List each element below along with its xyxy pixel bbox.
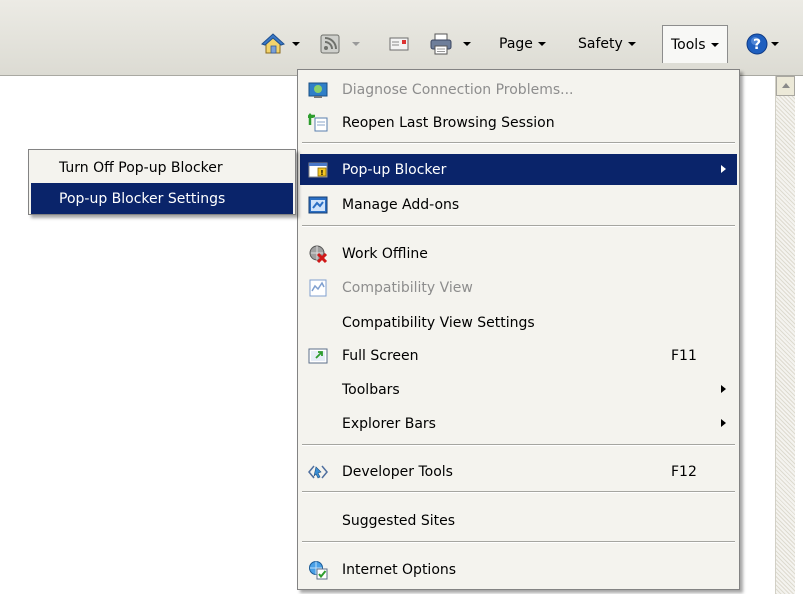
menu-item-internet-options[interactable]: Internet Options <box>300 554 737 585</box>
feeds-dropdown-arrow[interactable] <box>352 42 360 46</box>
menu-item-suggested-sites[interactable]: Suggested Sites <box>300 505 737 536</box>
menu-item-work-offline[interactable]: Work Offline <box>300 238 737 269</box>
menu-item-label: Toolbars <box>342 381 400 398</box>
reopen-session-icon <box>308 113 328 132</box>
mail-icon <box>389 37 409 51</box>
menu-item-label: Pop-up Blocker Settings <box>59 190 226 207</box>
menu-item-label: Explorer Bars <box>342 415 436 432</box>
help-dropdown-arrow[interactable] <box>771 42 779 46</box>
scroll-up-arrow-icon <box>782 83 790 88</box>
menu-item-label: Manage Add-ons <box>342 196 460 213</box>
menu-item-popup-blocker[interactable]: ! Pop-up Blocker <box>300 154 737 185</box>
submenu-arrow-icon <box>721 165 726 173</box>
submenu-arrow-icon <box>721 385 726 393</box>
menu-item-label: Compatibility View <box>342 279 473 296</box>
menu-separator <box>302 142 735 144</box>
print-icon <box>430 33 452 55</box>
help-icon: ? <box>746 33 768 55</box>
menu-item-label: Full Screen <box>342 347 419 364</box>
menu-separator <box>302 541 735 543</box>
svg-text:?: ? <box>753 37 761 53</box>
menu-separator <box>302 225 735 227</box>
menu-item-full-screen[interactable]: Full Screen F11 <box>300 340 737 371</box>
mail-button[interactable] <box>389 28 409 60</box>
diagnose-connection-icon <box>308 82 328 98</box>
help-button[interactable]: ? <box>746 28 779 60</box>
menu-separator <box>302 444 735 446</box>
page-menu-button[interactable]: Page <box>499 28 546 60</box>
feeds-button[interactable] <box>320 28 360 60</box>
home-icon <box>261 33 285 54</box>
menu-item-compatibility-view[interactable]: Compatibility View <box>300 272 737 303</box>
tools-dropdown-arrow <box>710 42 719 47</box>
menu-item-label: Developer Tools <box>342 463 453 480</box>
menu-item-label: Suggested Sites <box>342 512 456 529</box>
menu-item-explorer-bars[interactable]: Explorer Bars <box>300 408 737 439</box>
menu-item-label: Work Offline <box>342 245 428 262</box>
menu-item-label: Reopen Last Browsing Session <box>342 114 555 131</box>
safety-menu-label: Safety <box>578 36 623 52</box>
print-dropdown-arrow[interactable] <box>463 42 471 46</box>
scroll-up-button[interactable] <box>776 76 795 96</box>
full-screen-icon <box>308 348 328 364</box>
menu-item-developer-tools[interactable]: Developer Tools F12 <box>300 456 737 487</box>
svg-text:!: ! <box>320 169 323 177</box>
popup-blocker-submenu: Turn Off Pop-up Blocker Pop-up Blocker S… <box>28 149 296 215</box>
menu-item-label: Diagnose Connection Problems... <box>342 81 574 98</box>
safety-dropdown-arrow <box>627 42 636 46</box>
tools-menu: Diagnose Connection Problems... Reopen L… <box>297 69 740 590</box>
menu-separator <box>302 491 735 493</box>
safety-menu-button[interactable]: Safety <box>578 28 636 60</box>
print-button[interactable] <box>429 28 471 60</box>
page-dropdown-arrow <box>537 42 546 46</box>
shortcut-text: F12 <box>671 463 697 480</box>
command-bar: Page Safety Tools ? <box>0 0 803 76</box>
menu-item-label: Compatibility View Settings <box>342 314 535 331</box>
menu-item-popup-blocker-settings[interactable]: Pop-up Blocker Settings <box>31 183 293 214</box>
internet-options-icon <box>309 561 328 580</box>
home-dropdown-arrow[interactable] <box>292 42 300 46</box>
submenu-arrow-icon <box>721 419 726 427</box>
menu-item-manage-addons[interactable]: Manage Add-ons <box>300 189 737 220</box>
vertical-scrollbar[interactable] <box>775 76 795 594</box>
menu-item-reopen-session[interactable]: Reopen Last Browsing Session <box>300 107 737 138</box>
menu-item-toolbars[interactable]: Toolbars <box>300 374 737 405</box>
popup-blocker-icon: ! <box>308 162 328 178</box>
compatibility-view-icon <box>309 279 327 297</box>
menu-item-label: Pop-up Blocker <box>342 161 447 178</box>
feeds-icon <box>320 34 340 54</box>
menu-item-diagnose-connection[interactable]: Diagnose Connection Problems... <box>300 74 737 105</box>
developer-tools-icon <box>308 465 328 479</box>
tools-menu-label: Tools <box>671 36 706 53</box>
manage-addons-icon <box>308 196 328 214</box>
page-menu-label: Page <box>499 36 533 52</box>
menu-item-label: Turn Off Pop-up Blocker <box>59 159 223 176</box>
work-offline-icon <box>309 245 328 264</box>
menu-item-turn-off-popup-blocker[interactable]: Turn Off Pop-up Blocker <box>31 152 293 183</box>
menu-item-compatibility-view-settings[interactable]: Compatibility View Settings <box>300 307 737 338</box>
shortcut-text: F11 <box>671 347 697 364</box>
tools-menu-button[interactable]: Tools <box>662 25 728 63</box>
home-button[interactable] <box>261 28 300 60</box>
menu-item-label: Internet Options <box>342 561 457 578</box>
